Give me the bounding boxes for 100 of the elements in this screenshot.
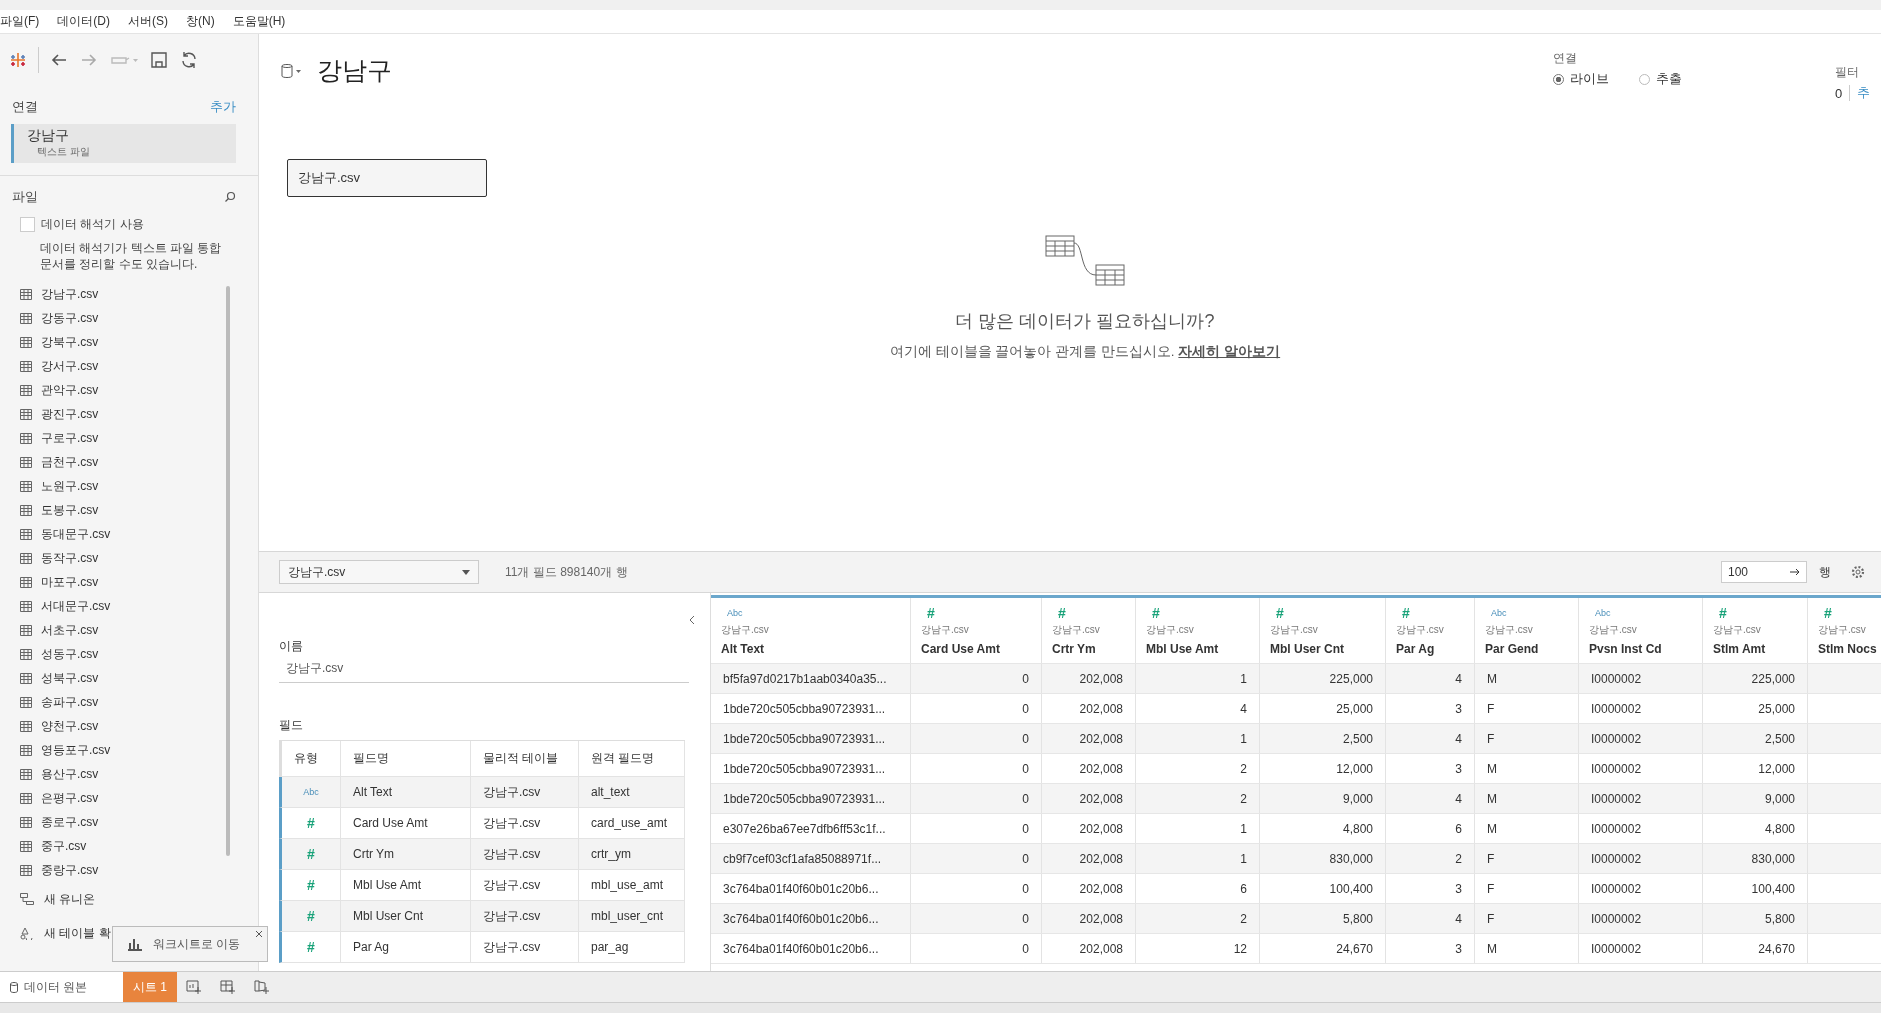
fields-label: 필드 <box>279 717 304 734</box>
table-cell: 0 <box>1022 761 1029 776</box>
action-item[interactable]: 새 테이블 확 <box>0 916 111 950</box>
column-header[interactable]: Mbl User Cnt <box>1270 642 1344 656</box>
radio-option[interactable]: 라이브 <box>1553 70 1609 88</box>
menu-item[interactable]: 창(N) <box>186 13 215 30</box>
file-item[interactable]: 영등포구.csv <box>0 738 117 762</box>
table-icon <box>20 696 32 708</box>
table-dropdown[interactable]: 강남구.csv <box>279 560 479 584</box>
column-header[interactable]: 필드명 <box>341 741 471 776</box>
table-cell: Mbl User Cnt <box>341 901 471 931</box>
table-cell: 0 <box>1022 731 1029 746</box>
column-header[interactable]: Card Use Amt <box>921 642 1000 656</box>
table-cell: 0 <box>1022 791 1029 806</box>
type-icon[interactable]: Abc <box>1595 606 1611 620</box>
column-header[interactable]: Stlm Nocs <box>1818 642 1877 656</box>
table-cell: 4,800 <box>1342 821 1373 836</box>
logo-icon[interactable] <box>8 50 28 70</box>
column-header[interactable]: Par Ag <box>1396 642 1435 656</box>
file-item[interactable]: 서초구.csv <box>0 618 105 642</box>
collapse-icon[interactable] <box>688 615 696 625</box>
action-item[interactable]: 새 유니온 <box>0 882 96 916</box>
file-item[interactable]: 성동구.csv <box>0 642 105 666</box>
file-item[interactable]: 구로구.csv <box>0 426 105 450</box>
file-item[interactable]: 강남구.csv <box>0 282 105 306</box>
type-icon[interactable]: Abc <box>1491 606 1507 620</box>
column-header[interactable]: Crtr Ym <box>1052 642 1096 656</box>
table-cell: 1bde720c505cbba90723931... <box>723 701 886 716</box>
file-item[interactable]: 광진구.csv <box>0 402 105 426</box>
file-item[interactable]: 용산구.csv <box>0 762 105 786</box>
file-item[interactable]: 종로구.csv <box>0 810 105 834</box>
file-item[interactable]: 성북구.csv <box>0 666 105 690</box>
table-cell: I0000002 <box>1591 701 1642 716</box>
table-cell: 202,008 <box>1079 821 1123 836</box>
add-link[interactable]: 추 <box>1857 84 1871 102</box>
database-icon[interactable] <box>281 62 303 79</box>
refresh-icon[interactable] <box>179 50 199 70</box>
menu-item[interactable]: 도움말(H) <box>232 13 286 30</box>
file-item[interactable]: 도봉구.csv <box>0 498 105 522</box>
column-header[interactable]: Stlm Amt <box>1713 642 1766 656</box>
table-cell: 강남구.csv <box>471 777 579 807</box>
column-header[interactable]: Pvsn Inst Cd <box>1589 642 1662 656</box>
table-cell: 202,008 <box>1079 731 1123 746</box>
file-item[interactable]: 은평구.csv <box>0 786 105 810</box>
table-cell: Alt Text <box>341 777 471 807</box>
file-item[interactable]: 관악구.csv <box>0 378 105 402</box>
file-item[interactable]: 강서구.csv <box>0 354 105 378</box>
table-cell: 830,000 <box>1751 851 1795 866</box>
table-cell: 2 <box>1240 761 1247 776</box>
file-item[interactable]: 금천구.csv <box>0 450 105 474</box>
table-cell: 225,000 <box>1329 671 1373 686</box>
search-icon[interactable] <box>224 191 236 203</box>
file-item[interactable]: 노원구.csv <box>0 474 105 498</box>
file-item[interactable]: 중랑구.csv <box>0 858 105 882</box>
file-item[interactable]: 동대문구.csv <box>0 522 117 546</box>
table-icon <box>20 768 32 780</box>
data-source-title[interactable]: 강남구 <box>317 54 392 87</box>
menu-item[interactable]: 파일(F) <box>0 13 40 30</box>
file-item[interactable]: 중구.csv <box>0 834 93 858</box>
checkbox[interactable] <box>20 217 35 232</box>
table-cell: I0000002 <box>1591 761 1642 776</box>
connection-item[interactable]: 강남구 텍스트 파일 <box>11 124 236 163</box>
close-icon[interactable] <box>255 930 263 938</box>
menu-item[interactable]: 데이터(D) <box>57 13 110 30</box>
source-label: 강남구.csv <box>1396 623 1444 637</box>
radio-option[interactable]: 추출 <box>1639 70 1682 88</box>
rows-field[interactable]: 100 <box>1721 561 1807 583</box>
file-item[interactable]: 송파구.csv <box>0 690 105 714</box>
table-cell: F <box>1487 701 1495 716</box>
file-item[interactable]: 마포구.csv <box>0 570 105 594</box>
relationship-icon <box>1045 235 1125 287</box>
table-cell: 4 <box>1455 911 1462 926</box>
menu-item[interactable]: 서버(S) <box>128 13 168 30</box>
canvas-table[interactable]: 강남구.csv <box>287 159 487 197</box>
sheet-tab[interactable]: 데이터 원본 <box>0 972 123 1002</box>
table-cell: 강남구.csv <box>471 901 579 931</box>
column-header[interactable]: Alt Text <box>721 642 765 656</box>
column-header[interactable]: 유형 <box>282 741 341 776</box>
column-header[interactable]: 물리적 테이블 <box>471 741 579 776</box>
file-item[interactable]: 강북구.csv <box>0 330 105 354</box>
source-label: 강남구.csv <box>1052 623 1100 637</box>
type-icon[interactable]: Abc <box>727 606 743 620</box>
file-item[interactable]: 강동구.csv <box>0 306 105 330</box>
table-cell: 202,008 <box>1079 881 1123 896</box>
table-cell: I0000002 <box>1591 821 1642 836</box>
settings-icon[interactable] <box>1851 565 1865 579</box>
table-cell: M <box>1487 821 1497 836</box>
column-header[interactable]: 원격 필드명 <box>579 741 685 776</box>
table-cell: 1 <box>1240 731 1247 746</box>
source-label: 강남구.csv <box>1818 623 1866 637</box>
name-field[interactable]: 강남구.csv <box>279 655 689 683</box>
learn-more-link[interactable]: 자세히 알아보기 <box>1178 344 1281 359</box>
file-item[interactable]: 양천구.csv <box>0 714 105 738</box>
save-icon[interactable] <box>149 50 169 70</box>
file-item[interactable]: 서대문구.csv <box>0 594 117 618</box>
column-header[interactable]: Par Gend <box>1485 642 1539 656</box>
column-header[interactable]: Mbl Use Amt <box>1146 642 1219 656</box>
file-item[interactable]: 동작구.csv <box>0 546 105 570</box>
filter-label: 필터 <box>1835 64 1860 81</box>
table-icon <box>20 864 32 876</box>
